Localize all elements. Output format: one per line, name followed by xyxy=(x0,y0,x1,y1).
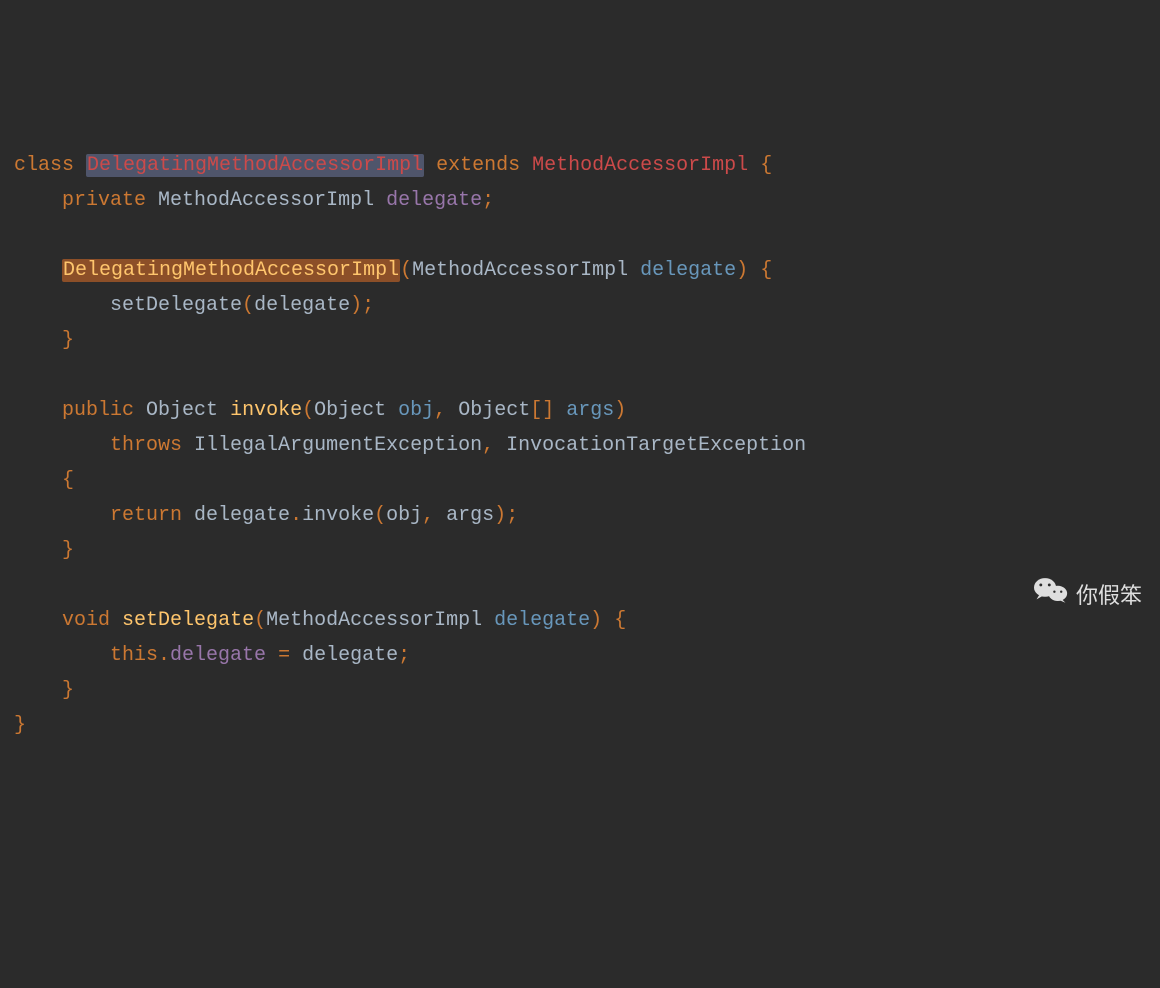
param-args[interactable]: args xyxy=(566,399,614,422)
brackets: [] xyxy=(530,399,554,422)
rhs-delegate[interactable]: delegate xyxy=(302,644,398,667)
paren-close: ) xyxy=(614,399,626,422)
param-delegate[interactable]: delegate xyxy=(640,259,736,282)
field-delegate[interactable]: delegate xyxy=(170,644,266,667)
paren-close: ) xyxy=(590,609,602,632)
keyword-class: class xyxy=(14,154,74,177)
brace-open: { xyxy=(760,154,772,177)
brace-close: } xyxy=(62,679,74,702)
brace-open: { xyxy=(760,259,772,282)
paren-close: ) xyxy=(494,504,506,527)
type-methodaccessorimpl[interactable]: MethodAccessorImpl xyxy=(158,189,374,212)
ref-delegate[interactable]: delegate xyxy=(194,504,290,527)
type-object[interactable]: Object xyxy=(146,399,218,422)
param-delegate[interactable]: delegate xyxy=(494,609,590,632)
param-type[interactable]: MethodAccessorImpl xyxy=(266,609,482,632)
keyword-void: void xyxy=(62,609,110,632)
brace-close: } xyxy=(14,714,26,737)
brace-open: { xyxy=(614,609,626,632)
watermark: 你假笨 xyxy=(1034,576,1142,617)
constructor-name[interactable]: DelegatingMethodAccessorImpl xyxy=(62,259,400,282)
semicolon: ; xyxy=(362,294,374,317)
semicolon: ; xyxy=(398,644,410,667)
dot: . xyxy=(290,504,302,527)
exception-illegalargument[interactable]: IllegalArgumentException xyxy=(194,434,482,457)
paren-open: ( xyxy=(242,294,254,317)
paren-open: ( xyxy=(374,504,386,527)
paren-open: ( xyxy=(302,399,314,422)
param-type[interactable]: MethodAccessorImpl xyxy=(412,259,628,282)
paren-close: ) xyxy=(736,259,748,282)
call-setdelegate[interactable]: setDelegate xyxy=(110,294,242,317)
paren-open: ( xyxy=(400,259,412,282)
exception-invocationtarget[interactable]: InvocationTargetException xyxy=(506,434,806,457)
semicolon: ; xyxy=(506,504,518,527)
keyword-return: return xyxy=(110,504,182,527)
operator-assign: = xyxy=(278,644,290,667)
type-object[interactable]: Object xyxy=(314,399,386,422)
method-invoke[interactable]: invoke xyxy=(230,399,302,422)
param-obj[interactable]: obj xyxy=(398,399,434,422)
brace-open: { xyxy=(62,469,74,492)
keyword-public: public xyxy=(62,399,134,422)
watermark-text: 你假笨 xyxy=(1076,577,1142,616)
keyword-private: private xyxy=(62,189,146,212)
class-name-main[interactable]: DelegatingMethodAccessorImpl xyxy=(86,154,424,177)
keyword-this: this xyxy=(110,644,158,667)
comma: , xyxy=(422,504,434,527)
brace-close: } xyxy=(62,539,74,562)
arg-delegate[interactable]: delegate xyxy=(254,294,350,317)
arg-obj[interactable]: obj xyxy=(386,504,422,527)
call-invoke[interactable]: invoke xyxy=(302,504,374,527)
arg-args[interactable]: args xyxy=(446,504,494,527)
field-delegate[interactable]: delegate xyxy=(386,189,482,212)
keyword-throws: throws xyxy=(110,434,182,457)
semicolon: ; xyxy=(482,189,494,212)
keyword-extends: extends xyxy=(436,154,520,177)
brace-close: } xyxy=(62,329,74,352)
paren-close: ) xyxy=(350,294,362,317)
comma: , xyxy=(434,399,446,422)
comma: , xyxy=(482,434,494,457)
paren-open: ( xyxy=(254,609,266,632)
superclass-name[interactable]: MethodAccessorImpl xyxy=(532,154,748,177)
dot: . xyxy=(158,644,170,667)
type-object[interactable]: Object xyxy=(458,399,530,422)
wechat-icon xyxy=(1034,576,1068,617)
code-block: class DelegatingMethodAccessorImpl exten… xyxy=(14,148,1146,743)
method-setdelegate[interactable]: setDelegate xyxy=(122,609,254,632)
